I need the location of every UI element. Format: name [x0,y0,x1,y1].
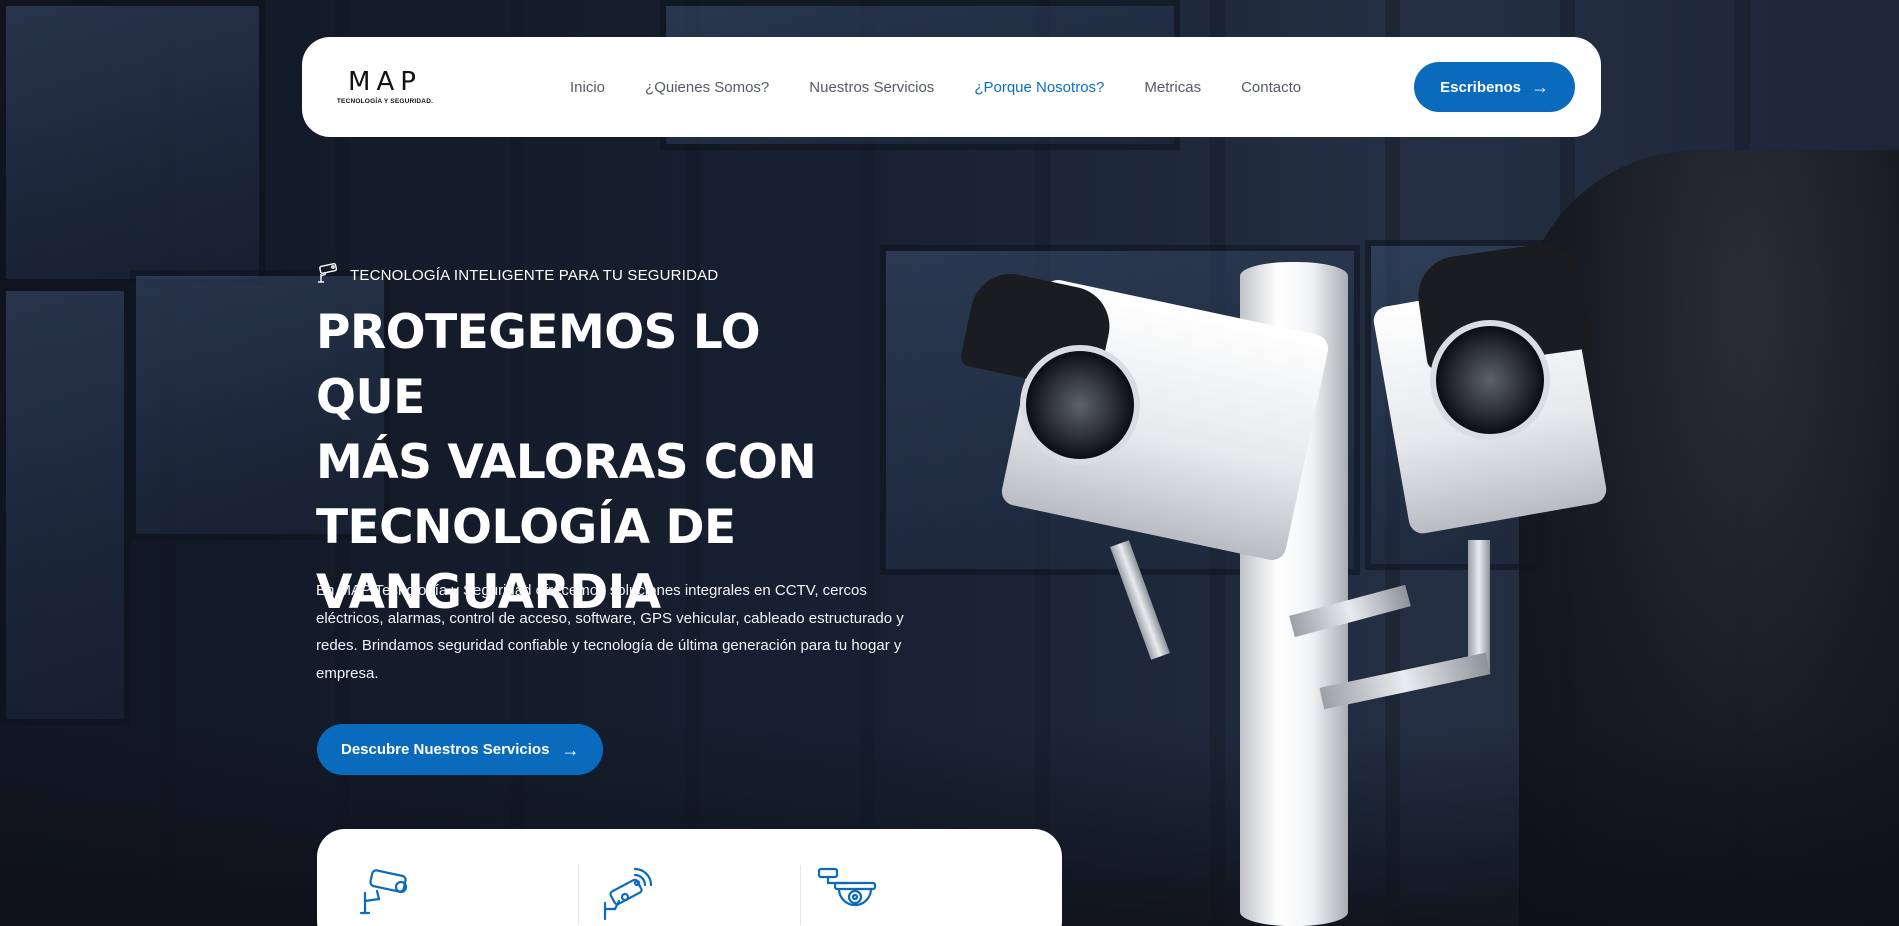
wireless-camera-icon [595,865,800,923]
nav-item-metricas[interactable]: Metricas [1124,79,1221,96]
navbar: MAP TECNOLOGÍA Y SEGURIDAD. Inicio ¿Quie… [302,37,1601,137]
discover-services-label: Descubre Nuestros Servicios [341,741,550,758]
brand-logo[interactable]: MAP TECNOLOGÍA Y SEGURIDAD. [330,62,440,112]
hero-description: En MAP Tecnología y Seguridad ofrecemos … [316,582,904,682]
nav-item-contacto[interactable]: Contacto [1221,79,1321,96]
logo-mark: MAP [348,67,422,97]
escribenos-button[interactable]: Escribenos → [1414,62,1575,112]
logo-subtitle: TECNOLOGÍA Y SEGURIDAD. [336,98,434,105]
background-monitor [0,0,265,285]
right-camera-lens [1430,320,1550,440]
discover-services-button[interactable]: Descubre Nuestros Servicios → [317,724,604,775]
escribenos-label: Escribenos [1440,78,1521,96]
headline-line: MÁS VALORAS CON [316,435,817,490]
features-card [317,829,1062,926]
feature-item[interactable] [800,865,1022,925]
nav-item-nuestros-servicios[interactable]: Nuestros Servicios [789,79,954,96]
hero-tagline: TECNOLOGÍA INTELIGENTE PARA TU SEGURIDAD [316,262,718,288]
camera-bracket [1468,540,1490,670]
cctv-camera-icon [357,865,578,917]
feature-item[interactable] [357,865,578,925]
dome-camera-icon [817,865,1022,923]
nav-item-inicio[interactable]: Inicio [550,79,625,96]
main-nav: Inicio ¿Quienes Somos? Nuestros Servicio… [550,79,1321,96]
security-camera-icon [316,262,340,288]
left-camera-lens [1020,345,1140,465]
arrow-right-icon: → [1531,77,1549,97]
headline-line: TECNOLOGÍA DE [316,500,736,555]
background-monitor [0,285,130,725]
arrow-right-icon: → [561,739,580,760]
nav-item-porque-nosotros[interactable]: ¿Porque Nosotros? [954,79,1124,96]
headline-line: PROTEGEMOS LO QUE [316,305,761,425]
tagline-text: TECNOLOGÍA INTELIGENTE PARA TU SEGURIDAD [350,266,719,284]
feature-item[interactable] [578,865,800,925]
nav-item-quienes-somos[interactable]: ¿Quienes Somos? [625,79,789,96]
